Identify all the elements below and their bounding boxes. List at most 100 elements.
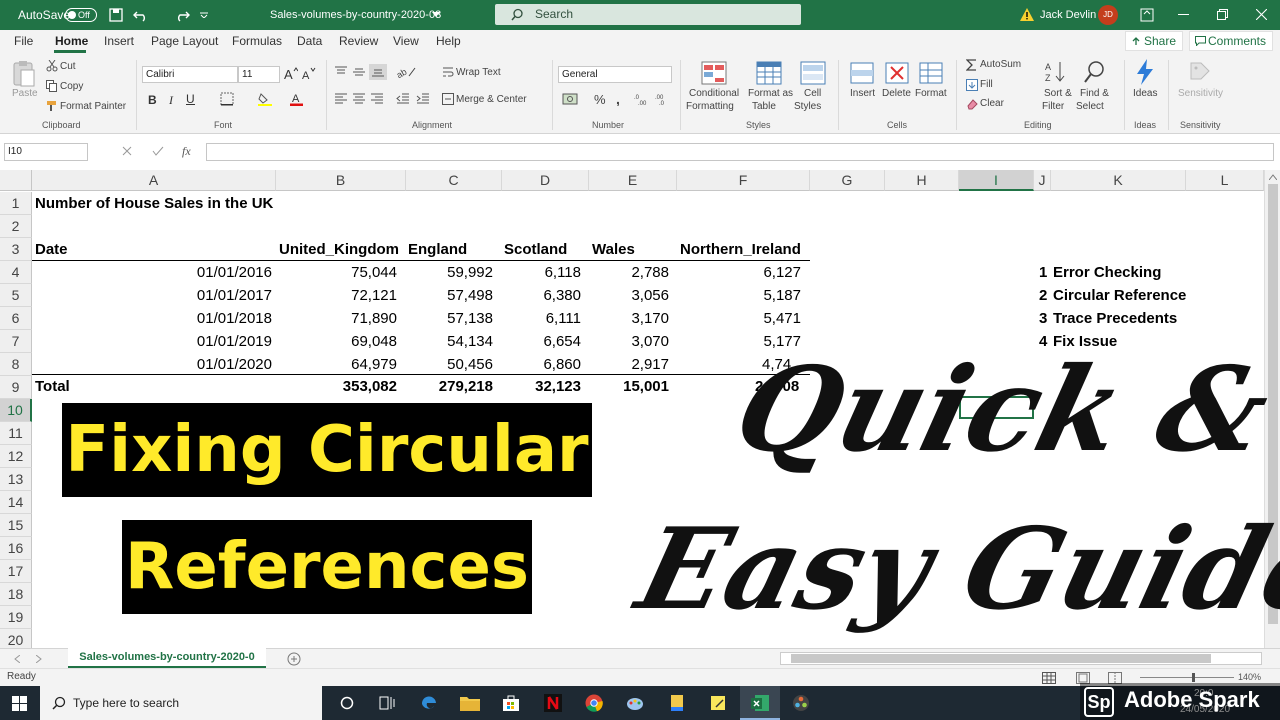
row-header[interactable]: 4 xyxy=(0,261,32,284)
row-header[interactable]: 9 xyxy=(0,376,32,399)
merge-center-label[interactable]: Merge & Center xyxy=(456,94,527,106)
tab-formulas[interactable]: Formulas xyxy=(232,30,282,54)
row-header[interactable]: 16 xyxy=(0,537,32,560)
format-cells-icon[interactable] xyxy=(919,62,943,84)
add-sheet-icon[interactable] xyxy=(287,652,301,666)
clear-icon[interactable] xyxy=(966,98,978,110)
fill-label[interactable]: Fill xyxy=(980,79,993,91)
autosave-toggle[interactable]: Off xyxy=(65,8,97,22)
table-cell[interactable]: 3,056 xyxy=(589,285,669,307)
sheet-next-icon[interactable] xyxy=(36,655,42,663)
align-bottom-icon[interactable] xyxy=(369,64,387,80)
worksheet-grid[interactable]: A B C D E F G H I J K L 1 2 3 4 5 6 7 8 … xyxy=(0,170,1280,648)
minimize-icon[interactable] xyxy=(1178,14,1189,16)
format-as-table-label[interactable]: Format as xyxy=(748,88,793,100)
align-right-icon[interactable] xyxy=(370,93,384,105)
table-cell[interactable]: 2,788 xyxy=(589,262,669,284)
header-england[interactable]: England xyxy=(408,239,467,261)
chevron-down-icon[interactable] xyxy=(432,12,440,18)
cell-styles-label-2[interactable]: Styles xyxy=(794,101,821,113)
avatar[interactable]: JD xyxy=(1098,5,1118,25)
undo-icon[interactable] xyxy=(133,8,149,22)
row-header[interactable]: 14 xyxy=(0,491,32,514)
netflix-icon[interactable] xyxy=(544,694,562,712)
row-header[interactable]: 11 xyxy=(0,422,32,445)
zoom-thumb[interactable] xyxy=(1192,673,1195,682)
increase-decimal-icon[interactable]: .0.00 xyxy=(634,92,650,106)
format-as-table-icon[interactable] xyxy=(756,61,782,85)
format-as-table-label-2[interactable]: Table xyxy=(752,101,776,113)
sensitivity-label[interactable]: Sensitivity xyxy=(1178,88,1223,100)
table-cell[interactable]: 3,170 xyxy=(589,308,669,330)
conditional-formatting-label[interactable]: Conditional xyxy=(689,88,739,100)
row-header[interactable]: 17 xyxy=(0,560,32,583)
column-header-b[interactable]: B xyxy=(276,170,406,191)
excel-taskbar-button[interactable] xyxy=(740,686,780,720)
table-cell[interactable]: 01/01/2016 xyxy=(32,262,272,284)
normal-view-icon[interactable] xyxy=(1042,672,1056,684)
find-select-label[interactable]: Find & xyxy=(1080,88,1109,100)
table-cell[interactable]: 6,118 xyxy=(502,262,581,284)
insert-function-button[interactable]: fx xyxy=(182,144,191,159)
table-cell[interactable]: 71,890 xyxy=(276,308,397,330)
file-name[interactable]: Sales-volumes-by-country-2020-03 xyxy=(270,0,441,30)
find-select-label-2[interactable]: Select xyxy=(1076,101,1104,113)
row-header[interactable]: 12 xyxy=(0,445,32,468)
total-cell[interactable]: 279,218 xyxy=(406,376,493,398)
total-cell[interactable]: 15,001 xyxy=(589,376,669,398)
sort-filter-icon[interactable]: AZ xyxy=(1044,60,1068,84)
percent-icon[interactable]: % xyxy=(594,92,608,106)
comments-button[interactable]: Comments xyxy=(1189,31,1274,51)
zoom-level[interactable]: 140% xyxy=(1238,672,1261,682)
header-date[interactable]: Date xyxy=(35,239,68,261)
table-cell[interactable]: 3,070 xyxy=(589,331,669,353)
cell-styles-icon[interactable] xyxy=(800,61,826,85)
cut-icon[interactable] xyxy=(46,60,58,72)
row-header[interactable]: 8 xyxy=(0,353,32,376)
sheet-title[interactable]: Number of House Sales in the UK xyxy=(35,193,273,215)
table-cell[interactable]: 64,979 xyxy=(276,354,397,376)
align-center-icon[interactable] xyxy=(352,93,366,105)
row-header[interactable]: 3 xyxy=(0,238,32,261)
table-cell[interactable]: 72,121 xyxy=(276,285,397,307)
tab-file[interactable]: File xyxy=(14,30,33,54)
table-cell[interactable]: 6,127 xyxy=(677,262,801,284)
comma-style-icon[interactable]: , xyxy=(614,92,624,106)
header-northern-ireland[interactable]: Northern_Ireland xyxy=(680,239,801,261)
column-header-k[interactable]: K xyxy=(1051,170,1186,191)
davinci-icon[interactable] xyxy=(792,694,810,712)
autosum-label[interactable]: AutoSum xyxy=(980,59,1021,71)
table-cell[interactable]: 6,860 xyxy=(502,354,581,376)
sort-filter-label[interactable]: Sort & xyxy=(1044,88,1072,100)
increase-indent-icon[interactable] xyxy=(416,93,430,105)
table-cell[interactable]: 59,992 xyxy=(406,262,493,284)
windows-start-icon[interactable] xyxy=(12,696,27,711)
ideas-icon[interactable] xyxy=(1134,58,1156,86)
font-size-select[interactable]: 11 xyxy=(238,66,280,83)
taskbar-search[interactable]: Type here to search xyxy=(40,686,322,720)
step-number[interactable]: 2 xyxy=(1039,285,1047,307)
paste-icon[interactable] xyxy=(12,60,36,88)
copy-label[interactable]: Copy xyxy=(60,81,83,93)
increase-font-icon[interactable]: A xyxy=(284,66,298,80)
conditional-formatting-label-2[interactable]: Formatting xyxy=(686,101,734,113)
row-header[interactable]: 6 xyxy=(0,307,32,330)
horizontal-scrollbar[interactable] xyxy=(780,652,1262,665)
sort-filter-label-2[interactable]: Filter xyxy=(1042,101,1064,113)
task-view-icon[interactable] xyxy=(379,696,395,710)
tab-data[interactable]: Data xyxy=(297,30,322,54)
step-number[interactable]: 3 xyxy=(1039,308,1047,330)
sticky-notes-icon[interactable] xyxy=(709,694,727,712)
accounting-format-icon[interactable] xyxy=(562,92,580,106)
row-header[interactable]: 7 xyxy=(0,330,32,353)
table-cell[interactable]: 01/01/2019 xyxy=(32,331,272,353)
user-name[interactable]: Jack Devlin xyxy=(1040,0,1096,30)
file-explorer-icon[interactable] xyxy=(460,695,480,711)
cut-label[interactable]: Cut xyxy=(60,61,76,73)
align-top-icon[interactable] xyxy=(334,66,348,78)
bold-icon[interactable]: B xyxy=(146,92,158,106)
tab-page-layout[interactable]: Page Layout xyxy=(151,30,218,54)
chrome-icon[interactable] xyxy=(585,694,603,712)
find-select-icon[interactable] xyxy=(1083,60,1107,84)
fill-color-icon[interactable] xyxy=(258,92,274,106)
